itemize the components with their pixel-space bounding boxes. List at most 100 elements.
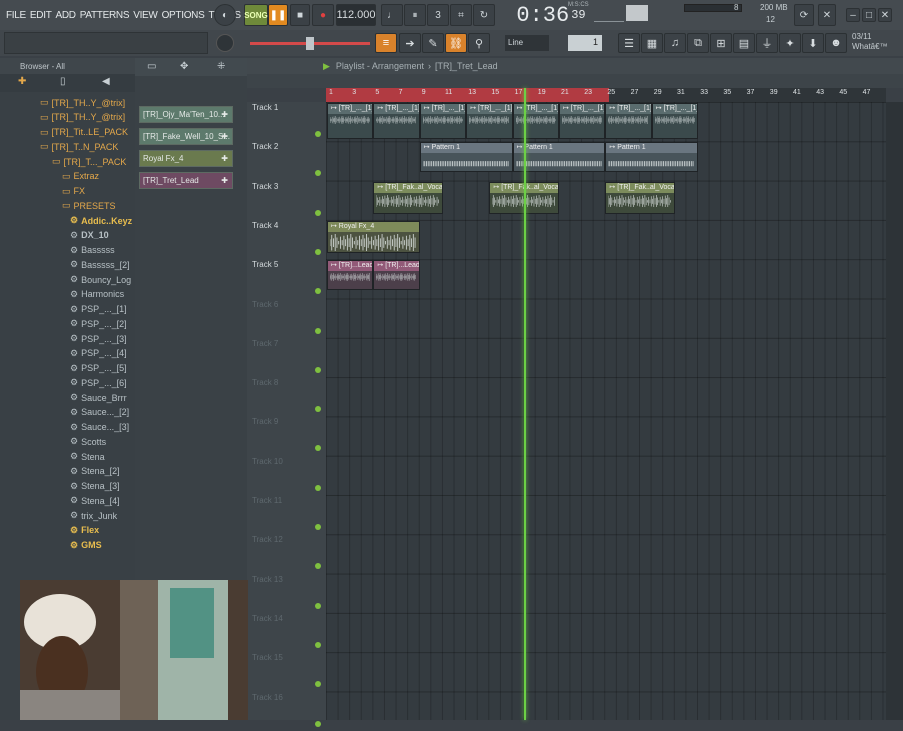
browser-item[interactable]: ⚙ Stena [70,451,105,462]
channel-rack-icon[interactable]: ▦ [641,33,663,53]
countdown-icon[interactable]: 3 [427,4,449,26]
playlist-clip[interactable]: ↦ Pattern 1 [605,142,699,173]
record-button[interactable]: ● [312,4,334,26]
song-mode-button[interactable]: SONG [244,4,268,26]
track-mute-led[interactable] [315,641,321,648]
track-header[interactable]: Track 6 [249,300,323,338]
track-mute-led[interactable] [315,170,321,177]
track-mute-led[interactable] [315,366,321,373]
playlist-clip[interactable]: ↦ [TR]_..._[1] [512,103,559,139]
menu-edit[interactable]: EDIT [28,10,54,21]
picker-audio-icon[interactable]: ⁜ [217,61,225,72]
document-icon[interactable]: ▤ [733,33,755,53]
channel-add-icon[interactable]: ✚ [221,110,228,119]
track-mute-led[interactable] [315,563,321,570]
browser-item[interactable]: ▭ FX [62,186,85,197]
track-header[interactable]: Track 3 [249,182,323,220]
playlist-clip[interactable]: ↦ [TR]_Fak..al_Vocal [605,181,675,214]
browser-item[interactable]: ⚙ Stena_[4] [70,495,120,506]
track-header[interactable]: Track 7 [249,339,323,377]
menu-patterns[interactable]: PATTERNS [78,10,131,21]
browser-item[interactable]: ▭ PRESETS [62,200,116,211]
browser-file-icon[interactable]: ▯ [60,76,66,87]
browser-item[interactable]: ▭ [TR]_TH..Y_@trix] [40,112,125,123]
browser-item[interactable]: ⚙ PSP_..._[6] [70,377,127,388]
track-mute-led[interactable] [315,720,321,727]
picker-stack-icon[interactable]: ▭ [147,61,156,72]
panic-icon[interactable]: ✕ [818,4,836,26]
track-header[interactable]: Track 11 [249,496,323,534]
track-mute-led[interactable] [315,484,321,491]
plugin-picker-icon[interactable]: ⊞ [710,33,732,53]
browser-item[interactable]: ⚙ Harmonics [70,289,124,300]
playlist-clip[interactable]: ↦ [TR]_..._[1] [559,103,606,139]
track-mute-led[interactable] [315,524,321,530]
playlist-clip[interactable]: ↦ [TR]_..._[1] [327,103,374,139]
browser-item[interactable]: ⚙ PSP_..._[4] [70,348,127,359]
channel-button[interactable]: [TR]_Tret_Lead ✚ [139,172,233,189]
close-icon[interactable]: ✕ [878,8,892,22]
maximize-icon[interactable]: □ [862,8,876,22]
browser-item[interactable]: ⚙ Basssss_[2] [70,259,130,270]
menu-view[interactable]: VIEW [131,10,159,21]
track-header[interactable]: Track 10 [249,457,323,495]
mixer-icon[interactable]: ☰ [618,33,640,53]
track-header[interactable]: Track 4 [249,221,323,259]
playhead[interactable] [524,88,526,720]
playlist-clip[interactable]: ↦ [TR]...Lead [373,260,420,291]
track-header[interactable]: Track 8 [249,378,323,416]
link-icon[interactable]: ⛓ [445,33,467,53]
track-header[interactable]: Track 9 [249,417,323,455]
playlist-window-icon[interactable]: ≡ [375,33,397,53]
playlist-clip[interactable]: ↦ [TR]_Fak..al_Vocal [373,181,443,214]
step-edit-icon[interactable]: ⌗ [450,4,472,26]
plug-icon[interactable]: ⏚ [756,33,778,53]
track-mute-led[interactable] [315,445,321,452]
wait-icon[interactable]: ⏸ [404,4,426,26]
playlist-clip[interactable]: ↦ Royal Fx_4 [327,220,420,253]
browser-item[interactable]: ▭ [TR]_TH..Y_@trix] [40,97,125,108]
browser-item[interactable]: ⚙ PSP_..._[2] [70,318,127,329]
playlist-clip[interactable]: ↦ [TR]_..._[1] [373,103,420,139]
track-header[interactable]: Track 1 [249,103,323,141]
browser-item[interactable]: ▭ [TR]_T..._PACK [52,156,126,167]
pattern-mode-icon[interactable]: ◐ [214,4,236,26]
person-icon[interactable]: ☻ [825,33,847,53]
browser-item[interactable]: ▭ [TR]_T..N_PACK [40,141,118,152]
browser-item[interactable]: ⚙ Sauce_Brrr [70,392,127,403]
browser-item[interactable]: ⚙ Stena_[3] [70,481,120,492]
browser-item[interactable]: ⚙ Bouncy_Log [70,274,131,285]
pattern-selector[interactable]: 1 [568,35,602,51]
browser-item[interactable]: ⚙ DX_10 [70,230,109,241]
track-mute-led[interactable] [315,327,321,334]
browser-icon[interactable]: ⧉ [687,33,709,53]
tempo-display[interactable]: 112.000 [336,4,376,26]
playlist-clip[interactable]: ↦ [TR]_..._[1] [605,103,652,139]
minimize-icon[interactable]: – [846,8,860,22]
browser-item[interactable]: ⚙ Sauce..._[2] [70,407,129,418]
track-mute-led[interactable] [315,209,321,216]
browser-arrow-icon[interactable]: ✚ [18,76,26,87]
browser-item[interactable]: ⚙ Basssss [70,245,115,256]
track-mute-led[interactable] [315,681,321,688]
play-button[interactable]: ❚❚ [268,4,288,26]
track-mute-led[interactable] [315,602,321,609]
menu-add[interactable]: ADD [54,10,78,21]
playlist-vertical-scrollbar[interactable] [886,102,903,720]
stamp-icon[interactable]: ⚲ [468,33,490,53]
browser-item[interactable]: ⚙ Addic..Keyz [70,215,132,226]
track-header[interactable]: Track 13 [249,575,323,613]
channel-add-icon[interactable]: ✚ [221,154,228,163]
channel-add-icon[interactable]: ✚ [221,132,228,141]
browser-item[interactable]: ⚙ GMS [70,540,102,551]
browser-speaker-icon[interactable]: ◀ [102,76,110,87]
stop-button[interactable]: ■ [290,4,310,26]
playlist-clip[interactable]: ↦ [TR]_..._[1] [651,103,699,139]
metronome-icon[interactable]: ♩ [381,4,403,26]
menu-file[interactable]: FILE [4,10,28,21]
browser-item[interactable]: ▭ Extraz [62,171,99,182]
browser-item[interactable]: ⚙ trix_Junk [70,510,117,521]
track-header[interactable]: Track 15 [249,653,323,691]
master-volume-knob[interactable] [216,34,234,52]
brush-icon[interactable]: ✎ [422,33,444,53]
